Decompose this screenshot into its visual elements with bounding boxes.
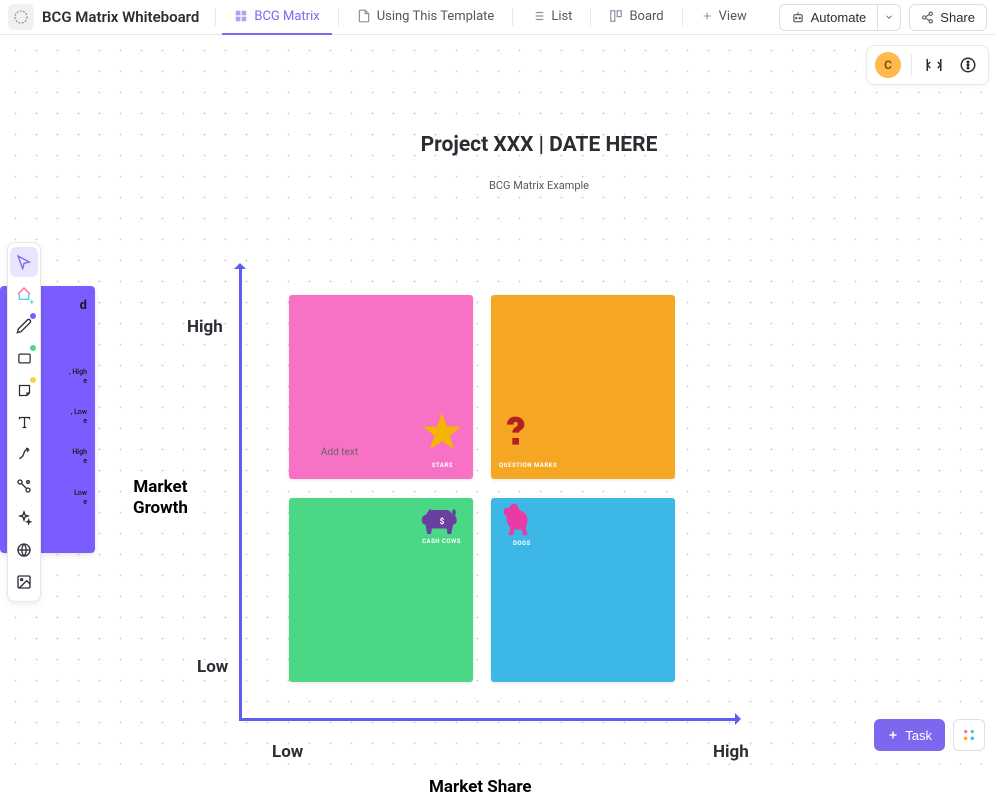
svg-text:$: $	[440, 516, 445, 527]
apps-icon	[961, 727, 977, 743]
tab-label: Board	[629, 9, 663, 24]
automate-dropdown[interactable]	[878, 4, 901, 31]
separator	[682, 8, 683, 26]
separator	[215, 8, 216, 26]
color-indicator	[30, 377, 36, 383]
page-title[interactable]: BCG Matrix Whiteboard	[42, 8, 199, 26]
chart-title[interactable]: Project XXX | DATE HERE	[133, 133, 945, 157]
tab-board[interactable]: Board	[597, 0, 675, 35]
separator	[338, 8, 339, 26]
rectangle-icon	[17, 351, 32, 366]
connector-icon	[16, 446, 32, 462]
create-task-button[interactable]: Task	[874, 719, 945, 751]
tab-using-template[interactable]: Using This Template	[345, 0, 507, 35]
tool-home[interactable]: +	[10, 279, 38, 309]
share-icon	[921, 11, 934, 24]
avatar[interactable]: C	[875, 52, 901, 78]
whiteboard-canvas[interactable]: C d , High e , Low e High e Low e +	[0, 35, 995, 765]
tab-label: BCG Matrix	[254, 9, 319, 24]
tool-shape[interactable]	[10, 343, 38, 373]
quadrant-label: QUESTION MARKS	[499, 462, 557, 469]
color-indicator	[30, 345, 36, 351]
tab-label: View	[719, 9, 747, 24]
y-axis-label[interactable]: Market Growth	[133, 477, 188, 520]
tool-connector[interactable]	[10, 439, 38, 469]
quadrant-dogs[interactable]: DOGS	[491, 498, 675, 682]
star-icon	[419, 409, 465, 455]
tab-label: Using This Template	[377, 9, 495, 24]
top-bar: BCG Matrix Whiteboard BCG Matrix Using T…	[0, 0, 995, 35]
tab-add-view[interactable]: View	[689, 0, 759, 35]
sparkle-icon	[16, 510, 32, 526]
y-tick-high: High	[187, 317, 223, 337]
x-axis-label[interactable]: Market Share	[429, 777, 532, 797]
tab-bcg-matrix[interactable]: BCG Matrix	[222, 0, 331, 35]
globe-icon	[16, 542, 32, 558]
share-button[interactable]: Share	[909, 4, 987, 31]
bottom-right-controls: Task	[874, 719, 985, 751]
quadrant-question-marks[interactable]: QUESTION MARKS	[491, 295, 675, 479]
tool-pointer[interactable]	[10, 247, 38, 277]
user-panel: C	[866, 45, 989, 85]
x-axis	[239, 718, 739, 721]
color-indicator	[30, 313, 36, 319]
text-placeholder[interactable]: Add text	[321, 447, 358, 458]
left-toolbar: +	[7, 242, 41, 602]
quadrant-label: STARS	[432, 462, 453, 469]
relation-icon	[16, 478, 32, 494]
x-tick-high: High	[713, 742, 749, 762]
fit-width-button[interactable]	[922, 53, 946, 77]
y-axis	[239, 265, 242, 721]
button-label: Automate	[811, 10, 867, 25]
button-label: Share	[940, 10, 975, 25]
fit-width-icon	[925, 56, 943, 74]
question-icon	[503, 413, 535, 455]
cow-icon: $	[419, 504, 465, 540]
tool-text[interactable]	[10, 407, 38, 437]
automate-button[interactable]: Automate	[779, 4, 879, 31]
tool-relation[interactable]	[10, 471, 38, 501]
plus-icon	[887, 729, 899, 741]
page-icon[interactable]	[8, 4, 34, 30]
text-icon	[17, 415, 32, 430]
pointer-icon	[16, 254, 32, 270]
y-tick-low: Low	[197, 657, 228, 677]
image-icon	[16, 574, 32, 590]
quadrant-cash-cows[interactable]: $ CASH COWS	[289, 498, 473, 682]
tab-label: List	[551, 9, 572, 24]
tool-sticky[interactable]	[10, 375, 38, 405]
tab-list[interactable]: List	[519, 0, 584, 35]
automate-group: Automate	[779, 4, 902, 31]
tool-ai[interactable]	[10, 503, 38, 533]
board-icon	[609, 9, 623, 23]
sticky-note-icon	[17, 383, 32, 398]
chart-subtitle[interactable]: BCG Matrix Example	[133, 179, 945, 192]
whiteboard-icon	[234, 9, 248, 23]
x-tick-low: Low	[272, 742, 303, 762]
plus-icon	[701, 10, 713, 22]
tool-image[interactable]	[10, 567, 38, 597]
quadrant-label: CASH COWS	[422, 538, 461, 545]
apps-button[interactable]	[953, 719, 985, 751]
tool-pen[interactable]	[10, 311, 38, 341]
separator	[590, 8, 591, 26]
button-label: Task	[905, 728, 932, 743]
quadrant-label: DOGS	[513, 540, 531, 547]
more-icon	[959, 56, 977, 74]
pen-icon	[16, 318, 32, 334]
list-icon	[531, 9, 545, 23]
chevron-down-icon	[884, 12, 894, 22]
more-options-button[interactable]	[956, 53, 980, 77]
bcg-chart: Project XXX | DATE HERE BCG Matrix Examp…	[133, 133, 945, 765]
doc-icon	[357, 9, 371, 23]
separator	[911, 54, 912, 76]
dog-icon	[499, 502, 537, 540]
tool-web[interactable]	[10, 535, 38, 565]
separator	[512, 8, 513, 26]
robot-icon	[791, 10, 805, 24]
quadrant-stars[interactable]: Add text STARS	[289, 295, 473, 479]
